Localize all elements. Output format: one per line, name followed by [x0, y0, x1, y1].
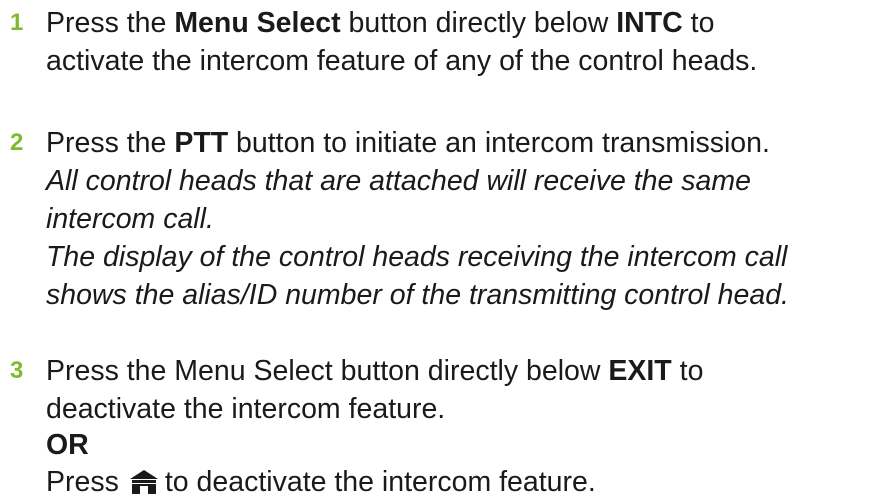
step-line: Press the PTT button to initiate an inte…	[46, 124, 884, 162]
text-run: button to initiate an intercom transmiss…	[228, 127, 770, 159]
step-text: Press the Menu Select button directly be…	[46, 4, 884, 80]
step-line: activate the intercom feature of any of …	[46, 45, 758, 77]
result-note-line: intercom call.	[46, 203, 214, 235]
step-number: 1	[10, 9, 24, 36]
ptt-term: PTT	[174, 127, 229, 159]
text-run: Press the	[46, 127, 175, 159]
text-run: Press the	[46, 7, 175, 39]
text-run: button directly below	[340, 7, 617, 39]
step-line: Press the Menu Select button directly be…	[46, 4, 884, 42]
exit-term: EXIT	[608, 355, 672, 387]
text-run: Press the Menu Select button directly be…	[46, 355, 609, 387]
result-note-line: All control heads that are attached will…	[46, 165, 751, 197]
home-icon	[129, 469, 159, 495]
step-line: Press to deactivate the intercom feature.	[46, 462, 884, 502]
step-line: deactivate the intercom feature.	[46, 393, 446, 425]
result-note-line: The display of the control heads receivi…	[46, 241, 788, 273]
step-text: Press the Menu Select button directly be…	[46, 352, 884, 502]
intc-term: INTC	[616, 7, 683, 39]
text-run: to deactivate the intercom feature.	[164, 466, 596, 498]
text-run: Press	[46, 466, 119, 498]
or-label: OR	[46, 429, 89, 461]
step-text: Press the PTT button to initiate an inte…	[46, 124, 884, 314]
text-run: to	[671, 355, 704, 387]
menu-select-term: Menu Select	[174, 7, 341, 39]
step-number: 3	[10, 357, 24, 384]
instruction-page: 1 Press the Menu Select button directly …	[0, 0, 884, 498]
step-line: Press the Menu Select button directly be…	[46, 352, 884, 390]
text-run: to	[682, 7, 715, 39]
step-number: 2	[10, 129, 24, 156]
result-note-line: shows the alias/ID number of the transmi…	[46, 279, 789, 311]
